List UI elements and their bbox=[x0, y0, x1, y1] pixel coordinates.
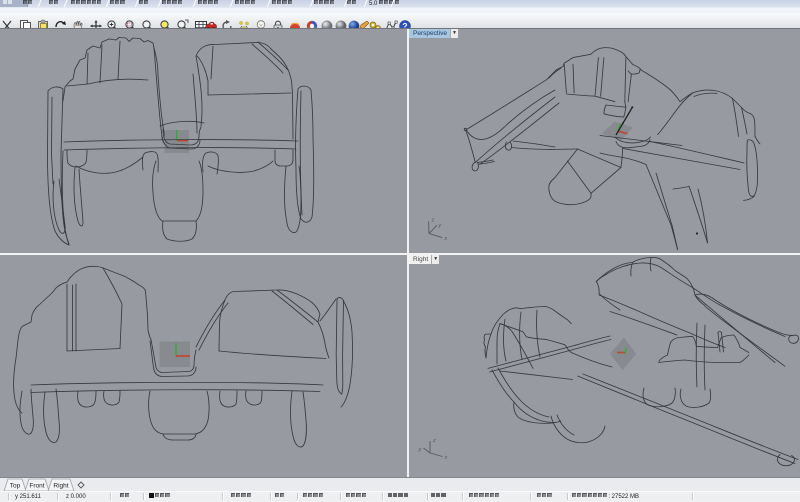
svg-text:Front: Front bbox=[29, 483, 44, 490]
svg-text:Right: Right bbox=[53, 483, 68, 490]
svg-text:z: z bbox=[431, 218, 435, 224]
svg-text:y: y bbox=[437, 223, 442, 229]
svg-text:y: y bbox=[418, 447, 423, 453]
svg-text:x: x bbox=[443, 236, 447, 242]
svg-text:z: z bbox=[432, 438, 436, 444]
svg-text:x: x bbox=[444, 455, 448, 461]
svg-text:Top: Top bbox=[10, 483, 21, 490]
